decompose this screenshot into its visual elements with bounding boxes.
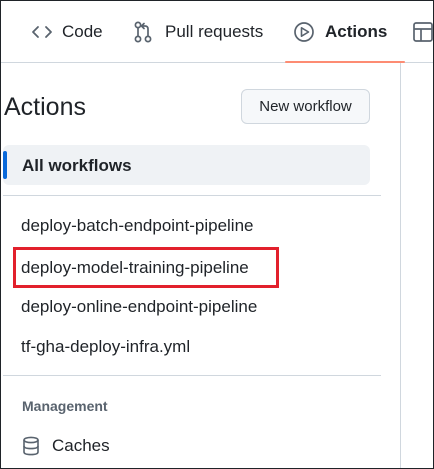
tab-pull-requests-label: Pull requests: [165, 22, 264, 41]
workflow-item[interactable]: tf-gha-deploy-infra.yml: [21, 337, 190, 357]
management-heading: Management: [22, 398, 108, 414]
repo-tab-bar: Code Pull requests Actions: [1, 1, 433, 63]
database-icon: [21, 435, 41, 457]
tab-actions[interactable]: Actions: [285, 1, 406, 63]
sidebar-item-label: All workflows: [22, 156, 132, 175]
table-icon: [411, 21, 433, 43]
divider: [3, 375, 381, 376]
git-pull-request-icon: [133, 21, 153, 43]
tab-projects[interactable]: [411, 1, 433, 63]
divider: [3, 195, 381, 196]
selected-indicator: [3, 151, 7, 179]
app-frame: Code Pull requests Actions Actions New w…: [0, 0, 434, 469]
tab-actions-label: Actions: [325, 22, 388, 41]
content-divider: [400, 63, 401, 468]
tab-code-label: Code: [62, 22, 103, 41]
active-tab-underline: [285, 61, 406, 63]
workflow-item[interactable]: deploy-online-endpoint-pipeline: [21, 297, 257, 317]
page-title: Actions: [4, 93, 86, 121]
tab-pull-requests[interactable]: Pull requests: [133, 1, 263, 63]
new-workflow-button[interactable]: New workflow: [241, 89, 370, 124]
sidebar-item-caches[interactable]: Caches: [21, 434, 110, 458]
code-icon: [30, 24, 54, 40]
workflow-item[interactable]: deploy-batch-endpoint-pipeline: [21, 216, 254, 236]
sidebar-item-all-workflows[interactable]: All workflows: [3, 145, 370, 185]
tab-code[interactable]: Code: [30, 1, 103, 63]
workflow-item-highlighted[interactable]: deploy-model-training-pipeline: [21, 258, 249, 278]
play-icon: [293, 21, 315, 43]
sidebar-item-label: Caches: [52, 436, 110, 455]
